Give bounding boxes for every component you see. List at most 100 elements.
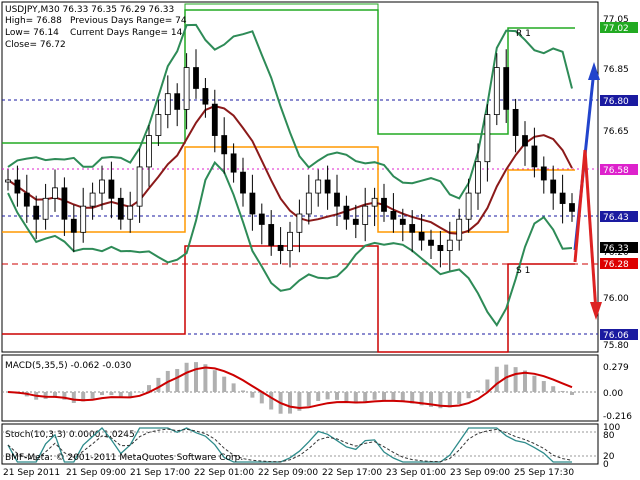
low-value: Low= 76.14	[5, 28, 59, 38]
candle-body	[127, 205, 134, 220]
stoch-tick: 80	[603, 431, 615, 441]
candle-body	[202, 88, 209, 105]
symbol-line: USDJPY,M30 76.33 76.35 76.29 76.33	[5, 5, 174, 15]
candle-body	[334, 192, 340, 207]
candle-body	[146, 135, 152, 168]
chart-canvas: R 1 S 1 USDJPY,M30 76.33 76.35 76.29 76.…	[1, 1, 638, 478]
time-tick: 22 Sep 09:00	[258, 468, 318, 478]
price-tag-76-80: 76.80	[600, 95, 638, 107]
candle-body	[136, 166, 143, 207]
candle-body	[531, 145, 538, 168]
candle-body	[381, 197, 387, 212]
candle-body	[522, 135, 528, 147]
candle-body	[183, 67, 190, 110]
time-tick: 23 Sep 09:00	[450, 468, 510, 478]
svg-text:76.58: 76.58	[603, 166, 629, 176]
candle-body	[540, 166, 547, 181]
candle-body	[569, 203, 575, 212]
candle-body	[70, 218, 77, 233]
candle-body	[484, 114, 491, 163]
candle-body	[399, 218, 406, 225]
copyright-text: BMF-Meta: © 2001-2011 MetaQuotes Softwar…	[5, 453, 243, 463]
candle-body	[23, 192, 30, 207]
svg-text:76.43: 76.43	[603, 213, 629, 223]
svg-text:76.28: 76.28	[603, 260, 629, 270]
candle-body	[493, 67, 500, 116]
candle-body	[14, 179, 21, 194]
candle-body	[52, 187, 58, 199]
price-tag-76-43: 76.43	[600, 211, 638, 223]
s1-label: S 1	[516, 266, 530, 276]
price-tick: 76.00	[603, 294, 629, 304]
candle-body	[456, 218, 463, 241]
candle-body	[164, 93, 171, 116]
candle-body	[117, 197, 124, 220]
candle-body	[503, 67, 510, 110]
time-tick: 21 Sep 09:00	[66, 468, 126, 478]
candle-body	[475, 161, 481, 194]
candle-body	[428, 239, 434, 246]
svg-text:77.02: 77.02	[603, 24, 629, 34]
macd-label: MACD(5,35,5) -0.062 -0.030	[5, 361, 132, 371]
candle-body	[296, 213, 303, 233]
candle-body	[465, 192, 472, 220]
candle-body	[80, 205, 87, 233]
candle-body	[42, 197, 49, 220]
candle-body	[99, 179, 105, 194]
time-tick: 21 Sep 2011	[3, 468, 60, 478]
price-tag-76-28: 76.28	[600, 258, 638, 270]
price-tag-77-02: 77.02	[600, 22, 638, 34]
candle-body	[305, 192, 312, 215]
macd-tick: 0.00	[603, 389, 623, 399]
time-tick: 25 Sep 17:30	[514, 468, 574, 478]
candle-body	[174, 93, 181, 110]
candle-body	[418, 231, 425, 241]
candle-body	[512, 108, 519, 136]
close-value: Close= 76.72	[5, 40, 66, 50]
svg-text:76.33: 76.33	[603, 244, 629, 254]
candle-body	[258, 213, 265, 225]
time-tick: 23 Sep 01:00	[386, 468, 446, 478]
stoch-tick: 0	[603, 460, 609, 470]
curr-range-value: Current Days Range= 14	[70, 28, 183, 38]
candle-body	[550, 179, 557, 194]
candle-body	[371, 197, 378, 207]
candle-body	[352, 218, 359, 225]
price-tick: 75.80	[603, 341, 629, 351]
macd-tick: -0.216	[603, 412, 632, 422]
price-tag-76-06: 76.06	[600, 329, 638, 341]
price-tag-76-58: 76.58	[600, 164, 638, 176]
candle-body	[437, 244, 444, 252]
r1-label: R 1	[516, 29, 531, 39]
time-tick: 22 Sep 17:00	[322, 468, 382, 478]
time-tick: 21 Sep 17:00	[130, 468, 190, 478]
price-axis: 77.05 76.85 76.65 76.20 76.00 75.80	[603, 15, 629, 351]
candle-body	[5, 179, 11, 183]
price-tick: 76.85	[603, 65, 629, 75]
candle-body	[315, 179, 322, 194]
candle-body	[193, 67, 199, 89]
candle-body	[324, 179, 331, 194]
svg-text:76.80: 76.80	[603, 97, 629, 107]
candle-body	[559, 192, 566, 204]
candle-body	[240, 171, 246, 194]
candle-body	[61, 187, 68, 220]
candle-body	[89, 192, 96, 207]
price-tick: 76.65	[603, 127, 629, 137]
candle-body	[268, 224, 275, 246]
candle-body	[287, 231, 293, 252]
candle-body	[409, 224, 416, 233]
candle-body	[211, 103, 218, 136]
high-value: High= 76.88	[5, 16, 62, 26]
candle-body	[277, 244, 284, 252]
candle-body	[343, 205, 350, 220]
prev-range-value: Previous Days Range= 74	[70, 16, 187, 26]
svg-text:76.06: 76.06	[603, 331, 629, 341]
candle-body	[33, 205, 40, 220]
price-tag-76-33: 76.33	[600, 242, 638, 254]
time-tick: 22 Sep 01:00	[194, 468, 254, 478]
time-axis: 21 Sep 2011 21 Sep 09:00 21 Sep 17:00 22…	[3, 468, 574, 478]
candle-body	[155, 114, 162, 136]
candle-body	[446, 239, 453, 252]
candle-body	[362, 205, 369, 225]
